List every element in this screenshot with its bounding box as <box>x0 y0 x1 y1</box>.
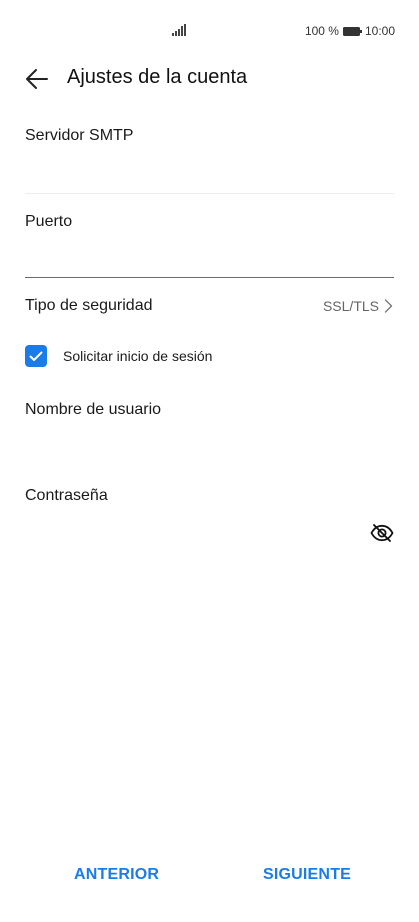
password-label: Contraseña <box>25 487 108 504</box>
username-input[interactable] <box>25 431 394 463</box>
eye-off-icon[interactable] <box>370 521 394 545</box>
smtp-server-label: Servidor SMTP <box>25 127 134 144</box>
smtp-server-input[interactable] <box>25 157 394 189</box>
username-label: Nombre de usuario <box>25 401 162 418</box>
security-type-value: SSL/TLS <box>322 298 379 314</box>
next-button[interactable]: SIGUIENTE <box>263 866 351 884</box>
port-underline <box>25 277 394 278</box>
require-login-label: Solicitar inicio de sesión <box>63 348 213 364</box>
require-login-checkbox[interactable] <box>25 345 47 367</box>
password-input[interactable] <box>25 517 359 549</box>
clock: 10:00 <box>364 24 395 38</box>
previous-button[interactable]: ANTERIOR <box>74 866 159 884</box>
port-input[interactable] <box>25 243 394 275</box>
account-settings-screen: 100 % 10:00 Ajustes de la cuenta Servido… <box>0 0 419 922</box>
battery-icon <box>342 26 362 36</box>
back-arrow-icon[interactable] <box>25 68 49 90</box>
check-icon <box>29 351 43 361</box>
security-type-label: Tipo de seguridad <box>25 297 153 314</box>
smtp-server-underline <box>25 193 394 194</box>
status-indicators: 100 % 10:00 <box>305 24 395 38</box>
security-type-row[interactable]: Tipo de seguridad SSL/TLS <box>0 288 419 324</box>
signal-icon <box>172 24 186 36</box>
require-login-row: Solicitar inicio de sesión <box>25 343 212 369</box>
status-bar: 100 % 10:00 <box>0 0 419 60</box>
page-title: Ajustes de la cuenta <box>67 66 248 88</box>
header: Ajustes de la cuenta <box>0 60 419 98</box>
port-label: Puerto <box>25 213 73 230</box>
battery-percent: 100 % <box>304 24 339 38</box>
chevron-right-icon <box>384 299 393 313</box>
